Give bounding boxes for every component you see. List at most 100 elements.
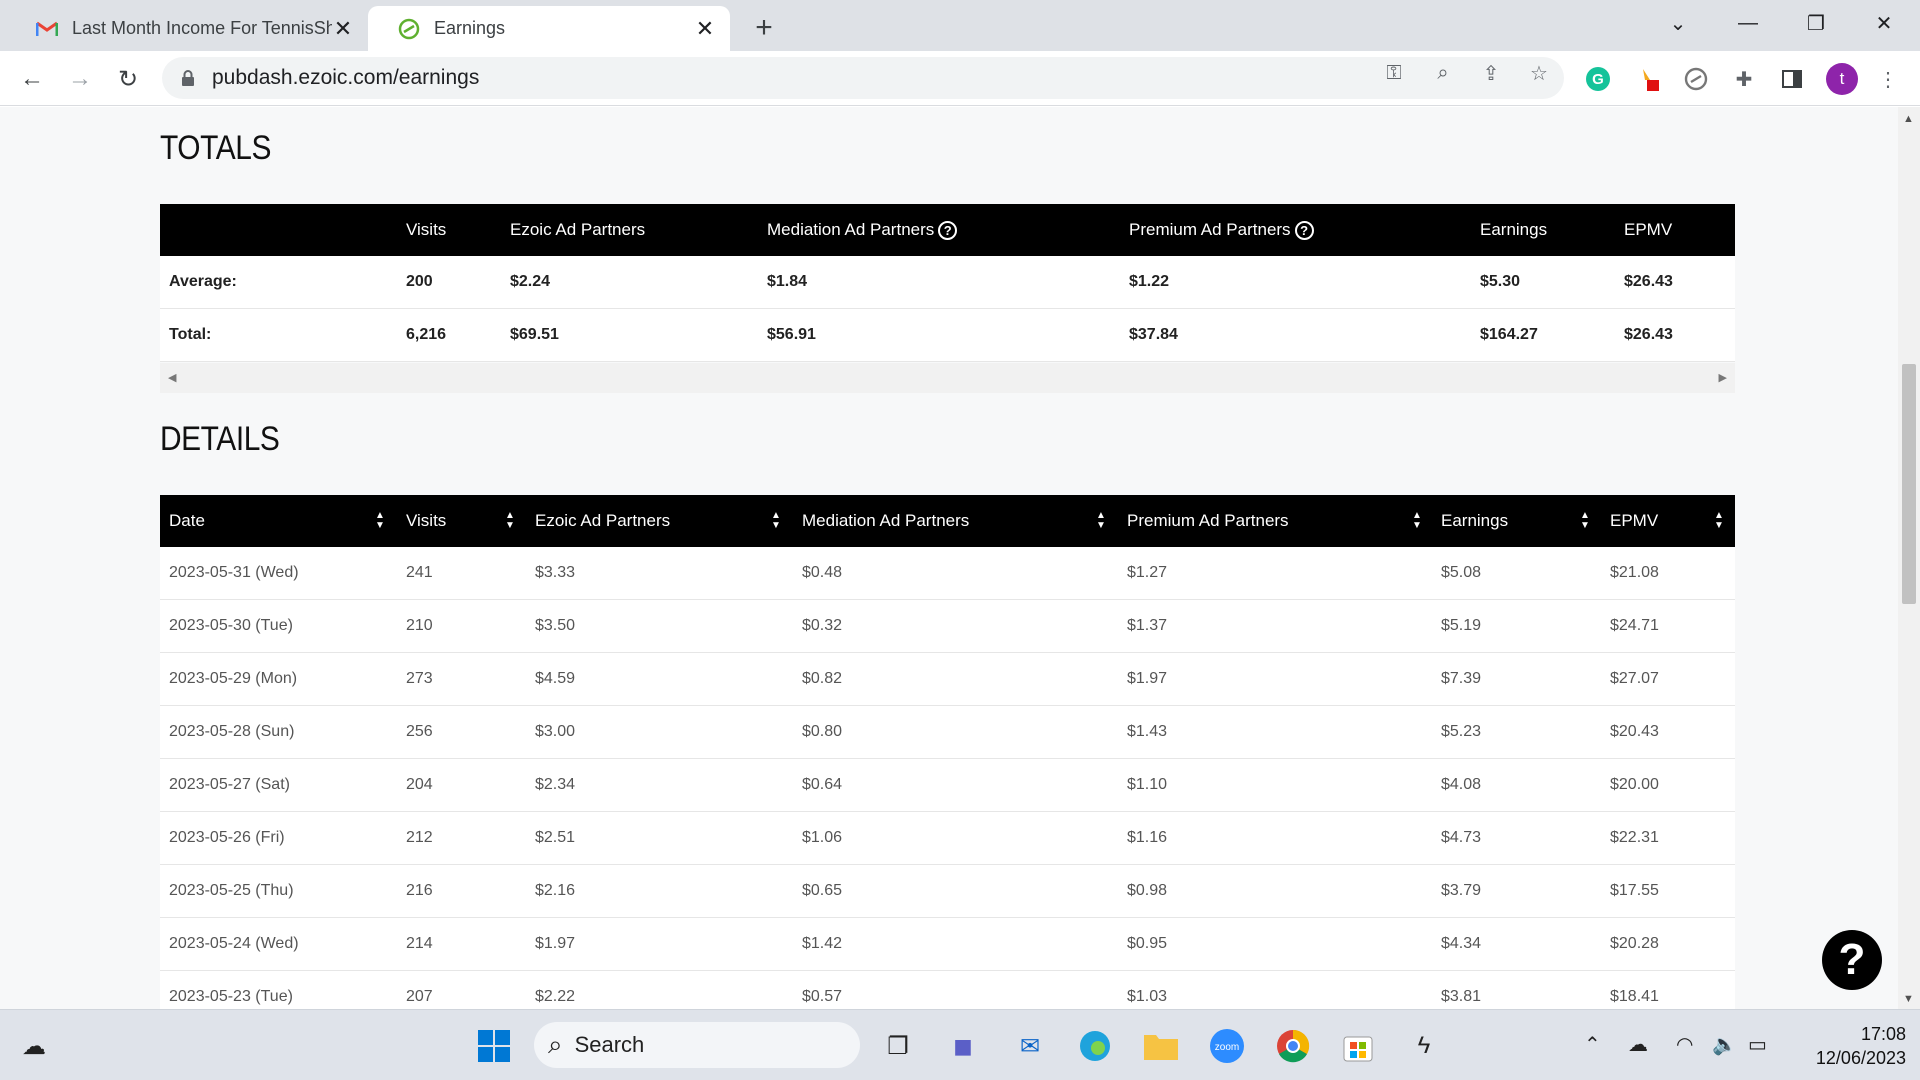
scroll-right-arrow-icon[interactable]: ▶ (1719, 371, 1727, 384)
zoom-icon[interactable]: ⌕ (1430, 60, 1456, 86)
scroll-down-arrow-icon[interactable]: ▼ (1903, 993, 1914, 1005)
cell-epmv: $26.43 (1624, 273, 1673, 290)
tab-earnings[interactable]: Earnings ✕ (368, 6, 730, 51)
chrome-icon[interactable] (1273, 1026, 1313, 1066)
cell-earnings: $3.81 (1441, 988, 1482, 1005)
edge-browser-icon[interactable] (1075, 1026, 1115, 1066)
microsoft-store-icon[interactable] (1338, 1026, 1378, 1066)
onedrive-icon[interactable]: ☁ (1628, 1032, 1648, 1057)
cell-earnings: $5.23 (1441, 723, 1482, 740)
weather-icon[interactable]: ☁ (14, 1026, 54, 1066)
new-tab-button[interactable]: + (748, 11, 780, 44)
windows-taskbar: ☁ ⌕ Search ❐ ◼ ✉ zoom ϟ ⌃ ☁ ◠ 🔈 ▭ 17:08 … (0, 1009, 1920, 1080)
col-epmv[interactable]: EPMV (1610, 495, 1658, 547)
tab-gmail[interactable]: Last Month Income For TennisSh ✕ (6, 6, 368, 51)
cell-epmv: $20.43 (1610, 723, 1659, 740)
help-circle-icon[interactable]: ? (1294, 220, 1314, 240)
browser-toolbar: ← → ↻ pubdash.ezoic.com/earnings ⚿ ⌕ ⇪ ☆… (0, 51, 1920, 106)
totals-horizontal-scrollbar[interactable]: ◀ ▶ (160, 363, 1735, 393)
restore-button[interactable]: ❐ (1794, 8, 1838, 38)
totals-table: Visits Ezoic Ad Partners Mediation Ad Pa… (160, 204, 1735, 362)
clock-time: 17:08 (1860, 1024, 1906, 1044)
sort-arrows-icon[interactable]: ▲ ▼ (503, 509, 517, 533)
scrollbar-thumb[interactable] (1902, 364, 1916, 604)
bookmark-star-icon[interactable]: ☆ (1526, 60, 1552, 86)
tab-title: Last Month Income For TennisSh (72, 18, 332, 38)
cell-mediation: $0.80 (802, 723, 843, 740)
col-premium-ad-partners[interactable]: Premium Ad Partners (1127, 495, 1289, 547)
col-mediation-ad-partners[interactable]: Mediation Ad Partners (802, 495, 969, 547)
cell-earnings: $164.27 (1480, 326, 1538, 343)
mail-icon[interactable]: ✉ (1010, 1026, 1050, 1066)
search-label: Search (574, 1032, 645, 1057)
col-earnings[interactable]: Earnings (1441, 495, 1508, 547)
svg-text:G: G (1592, 71, 1604, 88)
help-circle-icon[interactable]: ? (938, 220, 958, 240)
table-row: 2023-05-27 (Sat) 204 $2.34 $0.64 $1.10 $4.08 $… (160, 759, 1735, 812)
col-premium-label: Premium Ad Partners (1129, 220, 1291, 239)
cell-epmv: $20.28 (1610, 935, 1659, 952)
forward-button[interactable]: → (64, 63, 96, 95)
volume-icon[interactable]: 🔈 (1712, 1032, 1737, 1057)
cell-premium: $1.37 (1127, 617, 1168, 634)
sort-arrows-icon[interactable]: ▲ ▼ (1578, 509, 1592, 533)
sort-arrows-icon[interactable]: ▲ ▼ (1410, 509, 1424, 533)
cell-epmv: $27.07 (1610, 670, 1659, 687)
cell-ezoic: $2.24 (510, 273, 551, 290)
address-bar[interactable]: pubdash.ezoic.com/earnings (162, 57, 1564, 99)
col-ezoic-ad-partners[interactable]: Ezoic Ad Partners (535, 495, 670, 547)
wifi-icon[interactable]: ◠ (1676, 1032, 1693, 1057)
cell-visits: 214 (406, 935, 433, 952)
zoom-app-icon[interactable]: zoom (1207, 1026, 1247, 1066)
cell-visits: 204 (406, 776, 433, 793)
sort-arrows-icon[interactable]: ▲ ▼ (1712, 509, 1726, 533)
tab-search-chevron-icon[interactable]: ⌄ (1656, 8, 1700, 38)
cell-earnings: $5.19 (1441, 617, 1482, 634)
windows-start-icon[interactable] (474, 1026, 514, 1066)
cell-epmv: $22.31 (1610, 829, 1659, 846)
teams-chat-icon[interactable]: ◼ (943, 1026, 983, 1066)
close-tab-icon[interactable]: ✕ (694, 16, 716, 41)
extension-recorder-icon[interactable] (1634, 65, 1662, 93)
col-visits[interactable]: Visits (406, 495, 446, 547)
col-visits: Visits (406, 220, 447, 239)
grammarly-icon[interactable]: G (1584, 65, 1612, 93)
cell-date: 2023-05-29 (Mon) (169, 670, 298, 687)
minimize-button[interactable]: — (1726, 8, 1770, 38)
scroll-left-arrow-icon[interactable]: ◀ (168, 371, 176, 384)
taskbar-search[interactable]: ⌕ Search (534, 1022, 860, 1068)
sort-arrows-icon[interactable]: ▲ ▼ (769, 509, 783, 533)
help-button[interactable]: ? (1822, 930, 1882, 990)
system-clock[interactable]: 17:08 12/06/2023 (1796, 1022, 1906, 1070)
battery-icon[interactable]: ▭ (1748, 1032, 1767, 1057)
cell-earnings: $7.39 (1441, 670, 1482, 687)
col-premium-ad-partners: Premium Ad Partners ? (1129, 204, 1314, 256)
close-tab-icon[interactable]: ✕ (332, 16, 354, 41)
close-window-button[interactable]: ✕ (1862, 8, 1906, 38)
cell-premium: $1.97 (1127, 670, 1168, 687)
share-icon[interactable]: ⇪ (1478, 60, 1504, 86)
ezoic-icon (398, 18, 420, 40)
cell-mediation: $0.65 (802, 882, 843, 899)
back-button[interactable]: ← (16, 63, 48, 95)
scroll-up-arrow-icon[interactable]: ▲ (1903, 113, 1914, 125)
cell-ezoic: $4.59 (535, 670, 576, 687)
profile-avatar[interactable]: t (1826, 63, 1858, 95)
sort-arrows-icon[interactable]: ▲ ▼ (1094, 509, 1108, 533)
task-view-icon[interactable]: ❐ (878, 1026, 918, 1066)
tray-chevron-icon[interactable]: ⌃ (1584, 1032, 1601, 1057)
app-lightning-icon[interactable]: ϟ (1404, 1026, 1444, 1066)
file-explorer-icon[interactable] (1141, 1026, 1181, 1066)
page-vertical-scrollbar[interactable]: ▲ ▼ (1898, 107, 1920, 1009)
side-panel-icon[interactable] (1778, 65, 1806, 93)
menu-kebab-icon[interactable]: ⋮ (1874, 65, 1902, 93)
cell-ezoic: $2.51 (535, 829, 576, 846)
reload-button[interactable]: ↻ (112, 63, 144, 95)
ezoic-extension-icon[interactable] (1682, 65, 1710, 93)
cell-visits: 210 (406, 617, 433, 634)
password-key-icon[interactable]: ⚿ (1381, 60, 1407, 86)
col-date[interactable]: Date (169, 495, 205, 547)
cell-date: 2023-05-31 (Wed) (169, 564, 299, 581)
sort-arrows-icon[interactable]: ▲ ▼ (373, 509, 387, 533)
extensions-puzzle-icon[interactable]: ✚ (1730, 65, 1758, 93)
